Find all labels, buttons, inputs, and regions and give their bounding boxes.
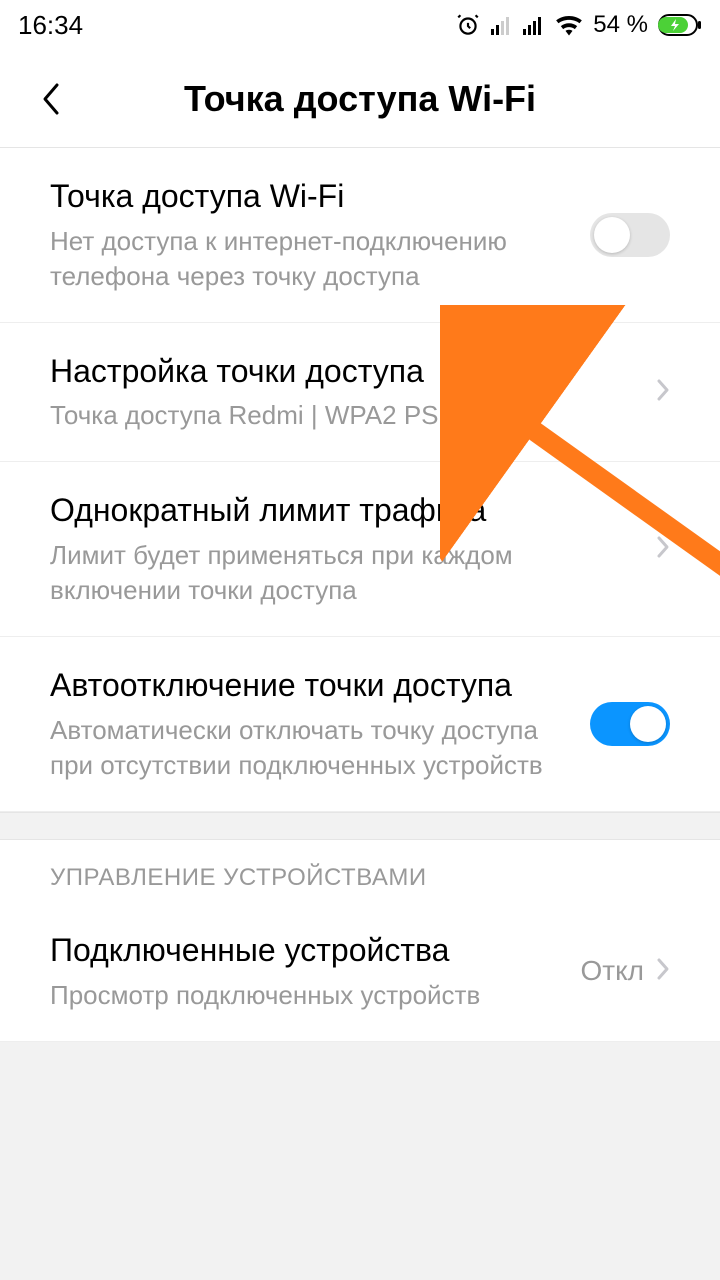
- signal-2-icon: [523, 15, 545, 35]
- chevron-left-icon: [39, 81, 61, 117]
- status-bar: 16:34: [0, 0, 720, 50]
- empty-area: [0, 1042, 720, 1280]
- chevron-right-icon: [656, 378, 670, 407]
- status-right: 54 %: [455, 11, 702, 39]
- chevron-right-icon: [656, 957, 670, 986]
- devices-list: Подключенные устройства Просмотр подключ…: [0, 902, 720, 1042]
- section-divider: [0, 812, 720, 840]
- row-auto-off[interactable]: Автоотключение точки доступа Автоматичес…: [0, 637, 720, 812]
- row-title: Подключенные устройства: [50, 930, 562, 972]
- signal-1-icon: [491, 15, 513, 35]
- row-subtitle: Лимит будет применяться при каждом включ…: [50, 538, 638, 608]
- settings-list: Точка доступа Wi-Fi Нет доступа к интерн…: [0, 148, 720, 812]
- row-traffic-limit[interactable]: Однократный лимит трафика Лимит будет пр…: [0, 462, 720, 637]
- row-title: Автоотключение точки доступа: [50, 665, 572, 707]
- page-header: Точка доступа Wi-Fi: [0, 50, 720, 148]
- row-subtitle: Нет доступа к интернет-подключению телеф…: [50, 224, 572, 294]
- auto-off-toggle[interactable]: [590, 702, 670, 746]
- row-subtitle: Точка доступа Redmi | WPA2 PSK: [50, 398, 638, 433]
- battery-percent: 54 %: [593, 11, 648, 39]
- battery-charging-icon: [658, 14, 702, 36]
- row-title: Настройка точки доступа: [50, 351, 638, 393]
- alarm-icon: [455, 12, 481, 38]
- page-title: Точка доступа Wi-Fi: [110, 78, 610, 120]
- row-hotspot-toggle[interactable]: Точка доступа Wi-Fi Нет доступа к интерн…: [0, 148, 720, 323]
- row-value: Откл: [580, 955, 644, 987]
- section-header-devices: УПРАВЛЕНИЕ УСТРОЙСТВАМИ: [0, 840, 720, 902]
- hotspot-toggle[interactable]: [590, 213, 670, 257]
- row-subtitle: Просмотр подключенных устройств: [50, 978, 562, 1013]
- row-title: Точка доступа Wi-Fi: [50, 176, 572, 218]
- chevron-right-icon: [656, 535, 670, 564]
- wifi-icon: [555, 14, 583, 36]
- row-subtitle: Автоматически отключать точку доступа пр…: [50, 713, 572, 783]
- row-hotspot-setup[interactable]: Настройка точки доступа Точка доступа Re…: [0, 323, 720, 463]
- back-button[interactable]: [30, 79, 70, 119]
- status-time: 16:34: [18, 10, 83, 41]
- row-connected-devices[interactable]: Подключенные устройства Просмотр подключ…: [0, 902, 720, 1042]
- row-title: Однократный лимит трафика: [50, 490, 638, 532]
